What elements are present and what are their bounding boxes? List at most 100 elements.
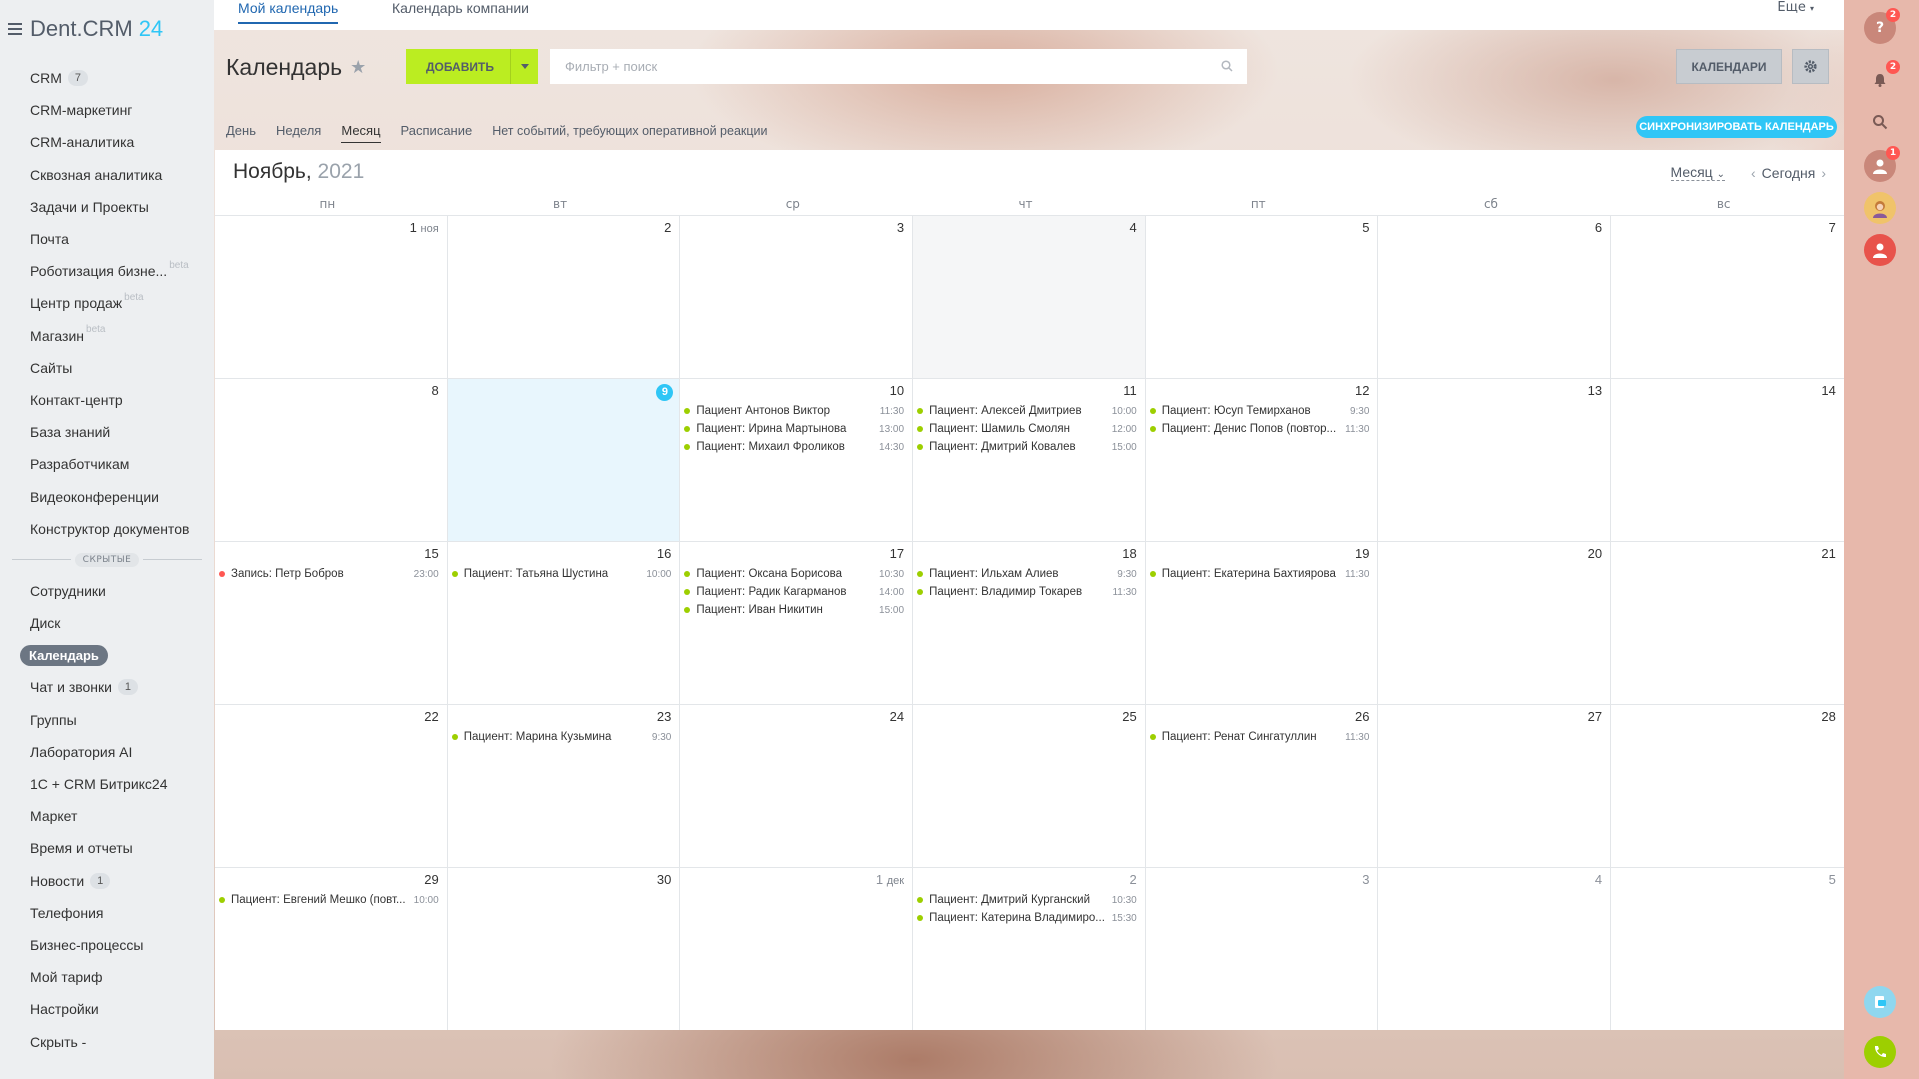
calendar-event[interactable]: Пациент: Юсуп Темирханов 9:30	[1149, 402, 1369, 420]
calendar-event[interactable]: Пациент: Радик Кагарманов 14:00	[684, 583, 904, 601]
prev-month-icon[interactable]: ‹	[1751, 165, 1756, 181]
add-button[interactable]: ДОБАВИТЬ	[406, 49, 538, 84]
sidebar-item-hidden-6[interactable]: 1С + CRM Битрикс24	[0, 768, 214, 800]
calendar-event[interactable]: Пациент: Денис Попов (повтор... 11:30	[1149, 420, 1369, 438]
sidebar-item-0[interactable]: CRM 7	[0, 62, 214, 94]
calendar-event[interactable]: Пациент: Ильхам Алиев 9:30	[917, 565, 1137, 583]
calendar-event[interactable]: Пациент: Оксана Борисова 10:30	[684, 565, 904, 583]
day-cell[interactable]: 30	[447, 867, 681, 1030]
sidebar-item-hidden-2[interactable]: Календарь	[0, 639, 214, 671]
sidebar-item-hidden-5[interactable]: Лаборатория AI	[0, 736, 214, 768]
sidebar-item-13[interactable]: Видеоконференции	[0, 480, 214, 512]
open-lines-button[interactable]	[1864, 986, 1896, 1018]
day-cell[interactable]: 18 Пациент: Ильхам Алиев 9:30 Пациент: Влад…	[913, 541, 1146, 704]
day-cell[interactable]: 29 Пациент: Евгений Мешко (повт... 10:00	[215, 867, 448, 1030]
calendar-event[interactable]: Пациент: Иван Никитин 15:00	[684, 601, 904, 619]
calendar-event[interactable]: Пациент Антонов Виктор 11:30	[684, 402, 904, 420]
day-cell[interactable]: 15 Запись: Петр Бобров 23:00	[215, 541, 448, 704]
contact-avatar-1[interactable]: 1	[1864, 146, 1900, 182]
sidebar-item-11[interactable]: База знаний	[0, 416, 214, 448]
calendar-event[interactable]: Пациент: Марина Кузьмина 9:30	[451, 728, 671, 746]
calendar-event[interactable]: Пациент: Алексей Дмитриев 10:00	[917, 402, 1137, 420]
day-cell[interactable]: 22	[215, 704, 448, 867]
day-cell[interactable]: 2 Пациент: Дмитрий Курганский 10:30 Пациент…	[913, 867, 1146, 1030]
view-day[interactable]: День	[226, 123, 256, 138]
sidebar-item-1[interactable]: CRM-маркетинг	[0, 94, 214, 126]
calendar-event[interactable]: Запись: Петр Бобров 23:00	[219, 565, 439, 583]
call-button[interactable]	[1864, 1036, 1896, 1068]
day-cell[interactable]: 17 Пациент: Оксана Борисова 10:30 Пациент: …	[680, 541, 914, 704]
day-cell[interactable]: 16 Пациент: Татьяна Шустина 10:00	[447, 541, 681, 704]
day-cell[interactable]: 1 ноя	[215, 215, 448, 378]
day-cell[interactable]: 12 Пациент: Юсуп Темирханов 9:30 Пациент: Д…	[1145, 378, 1379, 541]
day-cell[interactable]: 19 Пациент: Екатерина Бахтиярова 11:30	[1145, 541, 1379, 704]
next-month-icon[interactable]: ›	[1821, 165, 1826, 181]
sidebar-item-hidden-8[interactable]: Время и отчеты	[0, 832, 214, 864]
add-dropdown-toggle[interactable]	[510, 49, 538, 84]
search-input[interactable]	[565, 59, 1205, 74]
global-search-button[interactable]	[1864, 106, 1896, 138]
calendar-event[interactable]: Пациент: Дмитрий Курганский 10:30	[917, 891, 1137, 909]
day-cell[interactable]: 7	[1611, 215, 1844, 378]
calendar-event[interactable]: Пациент: Ренат Сингатуллин 11:30	[1149, 728, 1369, 746]
calendar-event[interactable]: Пациент: Шамиль Смолян 12:00	[917, 420, 1137, 438]
sidebar-item-hidden-3[interactable]: Чат и звонки 1	[0, 671, 214, 703]
day-cell[interactable]: 4	[913, 215, 1146, 378]
sidebar-item-7[interactable]: Центр продаж beta	[0, 287, 214, 319]
view-month[interactable]: Месяц	[341, 123, 381, 143]
sidebar-item-hidden-13[interactable]: Настройки	[0, 993, 214, 1025]
day-cell[interactable]: 20	[1378, 541, 1612, 704]
calendar-event[interactable]: Пациент: Михаил Фроликов 14:30	[684, 438, 904, 456]
view-select[interactable]: Месяц ⌄	[1670, 164, 1725, 181]
day-cell[interactable]: 4	[1378, 867, 1612, 1030]
hidden-items-separator[interactable]: СКРЫТЫЕ	[0, 545, 214, 575]
day-cell[interactable]: 10 Пациент Антонов Виктор 11:30 Пациент: Ир…	[680, 378, 914, 541]
contact-avatar-3[interactable]	[1864, 234, 1896, 266]
day-cell[interactable]: 1 дек	[680, 867, 914, 1030]
sidebar-item-4[interactable]: Задачи и Проекты	[0, 191, 214, 223]
calendar-event[interactable]: Пациент: Ирина Мартынова 13:00	[684, 420, 904, 438]
contact-avatar-2[interactable]	[1864, 192, 1896, 224]
more-menu[interactable]: Еще ▾	[1777, 0, 1814, 15]
sidebar-item-hidden-1[interactable]: Диск	[0, 607, 214, 639]
sidebar-item-3[interactable]: Сквозная аналитика	[0, 159, 214, 191]
calendar-event[interactable]: Пациент: Евгений Мешко (повт... 10:00	[219, 891, 439, 909]
sidebar-item-12[interactable]: Разработчикам	[0, 448, 214, 480]
day-cell[interactable]: 14	[1611, 378, 1844, 541]
help-button[interactable]: ? 2	[1864, 8, 1900, 44]
sidebar-item-8[interactable]: Магазин beta	[0, 320, 214, 352]
day-cell[interactable]: 25	[913, 704, 1146, 867]
app-logo[interactable]: Dent.CRM 24	[30, 16, 163, 42]
menu-burger-icon[interactable]	[8, 23, 22, 35]
calendar-event[interactable]: Пациент: Екатерина Бахтиярова 11:30	[1149, 565, 1369, 583]
tab-company-calendar[interactable]: Календарь компании	[392, 0, 529, 16]
day-cell[interactable]: 5	[1611, 867, 1844, 1030]
calendar-event[interactable]: Пациент: Татьяна Шустина 10:00	[451, 565, 671, 583]
sidebar-item-6[interactable]: Роботизация бизне... beta	[0, 255, 214, 287]
sidebar-item-hidden-0[interactable]: Сотрудники	[0, 575, 214, 607]
notifications-button[interactable]: 2	[1864, 60, 1900, 96]
star-icon[interactable]: ★	[350, 57, 366, 78]
day-cell[interactable]: 13	[1378, 378, 1612, 541]
calendar-event[interactable]: Пациент: Владимир Токарев 11:30	[917, 583, 1137, 601]
sidebar-item-hidden-11[interactable]: Бизнес-процессы	[0, 929, 214, 961]
day-cell[interactable]: 21	[1611, 541, 1844, 704]
day-cell[interactable]: 3	[680, 215, 914, 378]
day-cell[interactable]: 6	[1378, 215, 1612, 378]
day-cell[interactable]: 23 Пациент: Марина Кузьмина 9:30	[447, 704, 681, 867]
search-icon[interactable]	[1221, 60, 1233, 72]
calendar-event[interactable]: Пациент: Катерина Владимиро... 15:30	[917, 909, 1137, 927]
day-cell[interactable]: 9	[447, 378, 681, 541]
tab-my-calendar[interactable]: Мой календарь	[238, 0, 339, 24]
sidebar-item-5[interactable]: Почта	[0, 223, 214, 255]
day-cell[interactable]: 11 Пациент: Алексей Дмитриев 10:00 Пациент:…	[913, 378, 1146, 541]
calendar-event[interactable]: Пациент: Дмитрий Ковалев 15:00	[917, 438, 1137, 456]
day-cell[interactable]: 5	[1145, 215, 1379, 378]
day-cell[interactable]: 8	[215, 378, 448, 541]
sidebar-item-14[interactable]: Конструктор документов	[0, 513, 214, 545]
sidebar-item-9[interactable]: Сайты	[0, 352, 214, 384]
sidebar-item-hidden-4[interactable]: Группы	[0, 704, 214, 736]
day-cell[interactable]: 27	[1378, 704, 1612, 867]
today-button[interactable]: Сегодня	[1762, 165, 1816, 181]
calendars-button[interactable]: КАЛЕНДАРИ	[1676, 49, 1782, 84]
